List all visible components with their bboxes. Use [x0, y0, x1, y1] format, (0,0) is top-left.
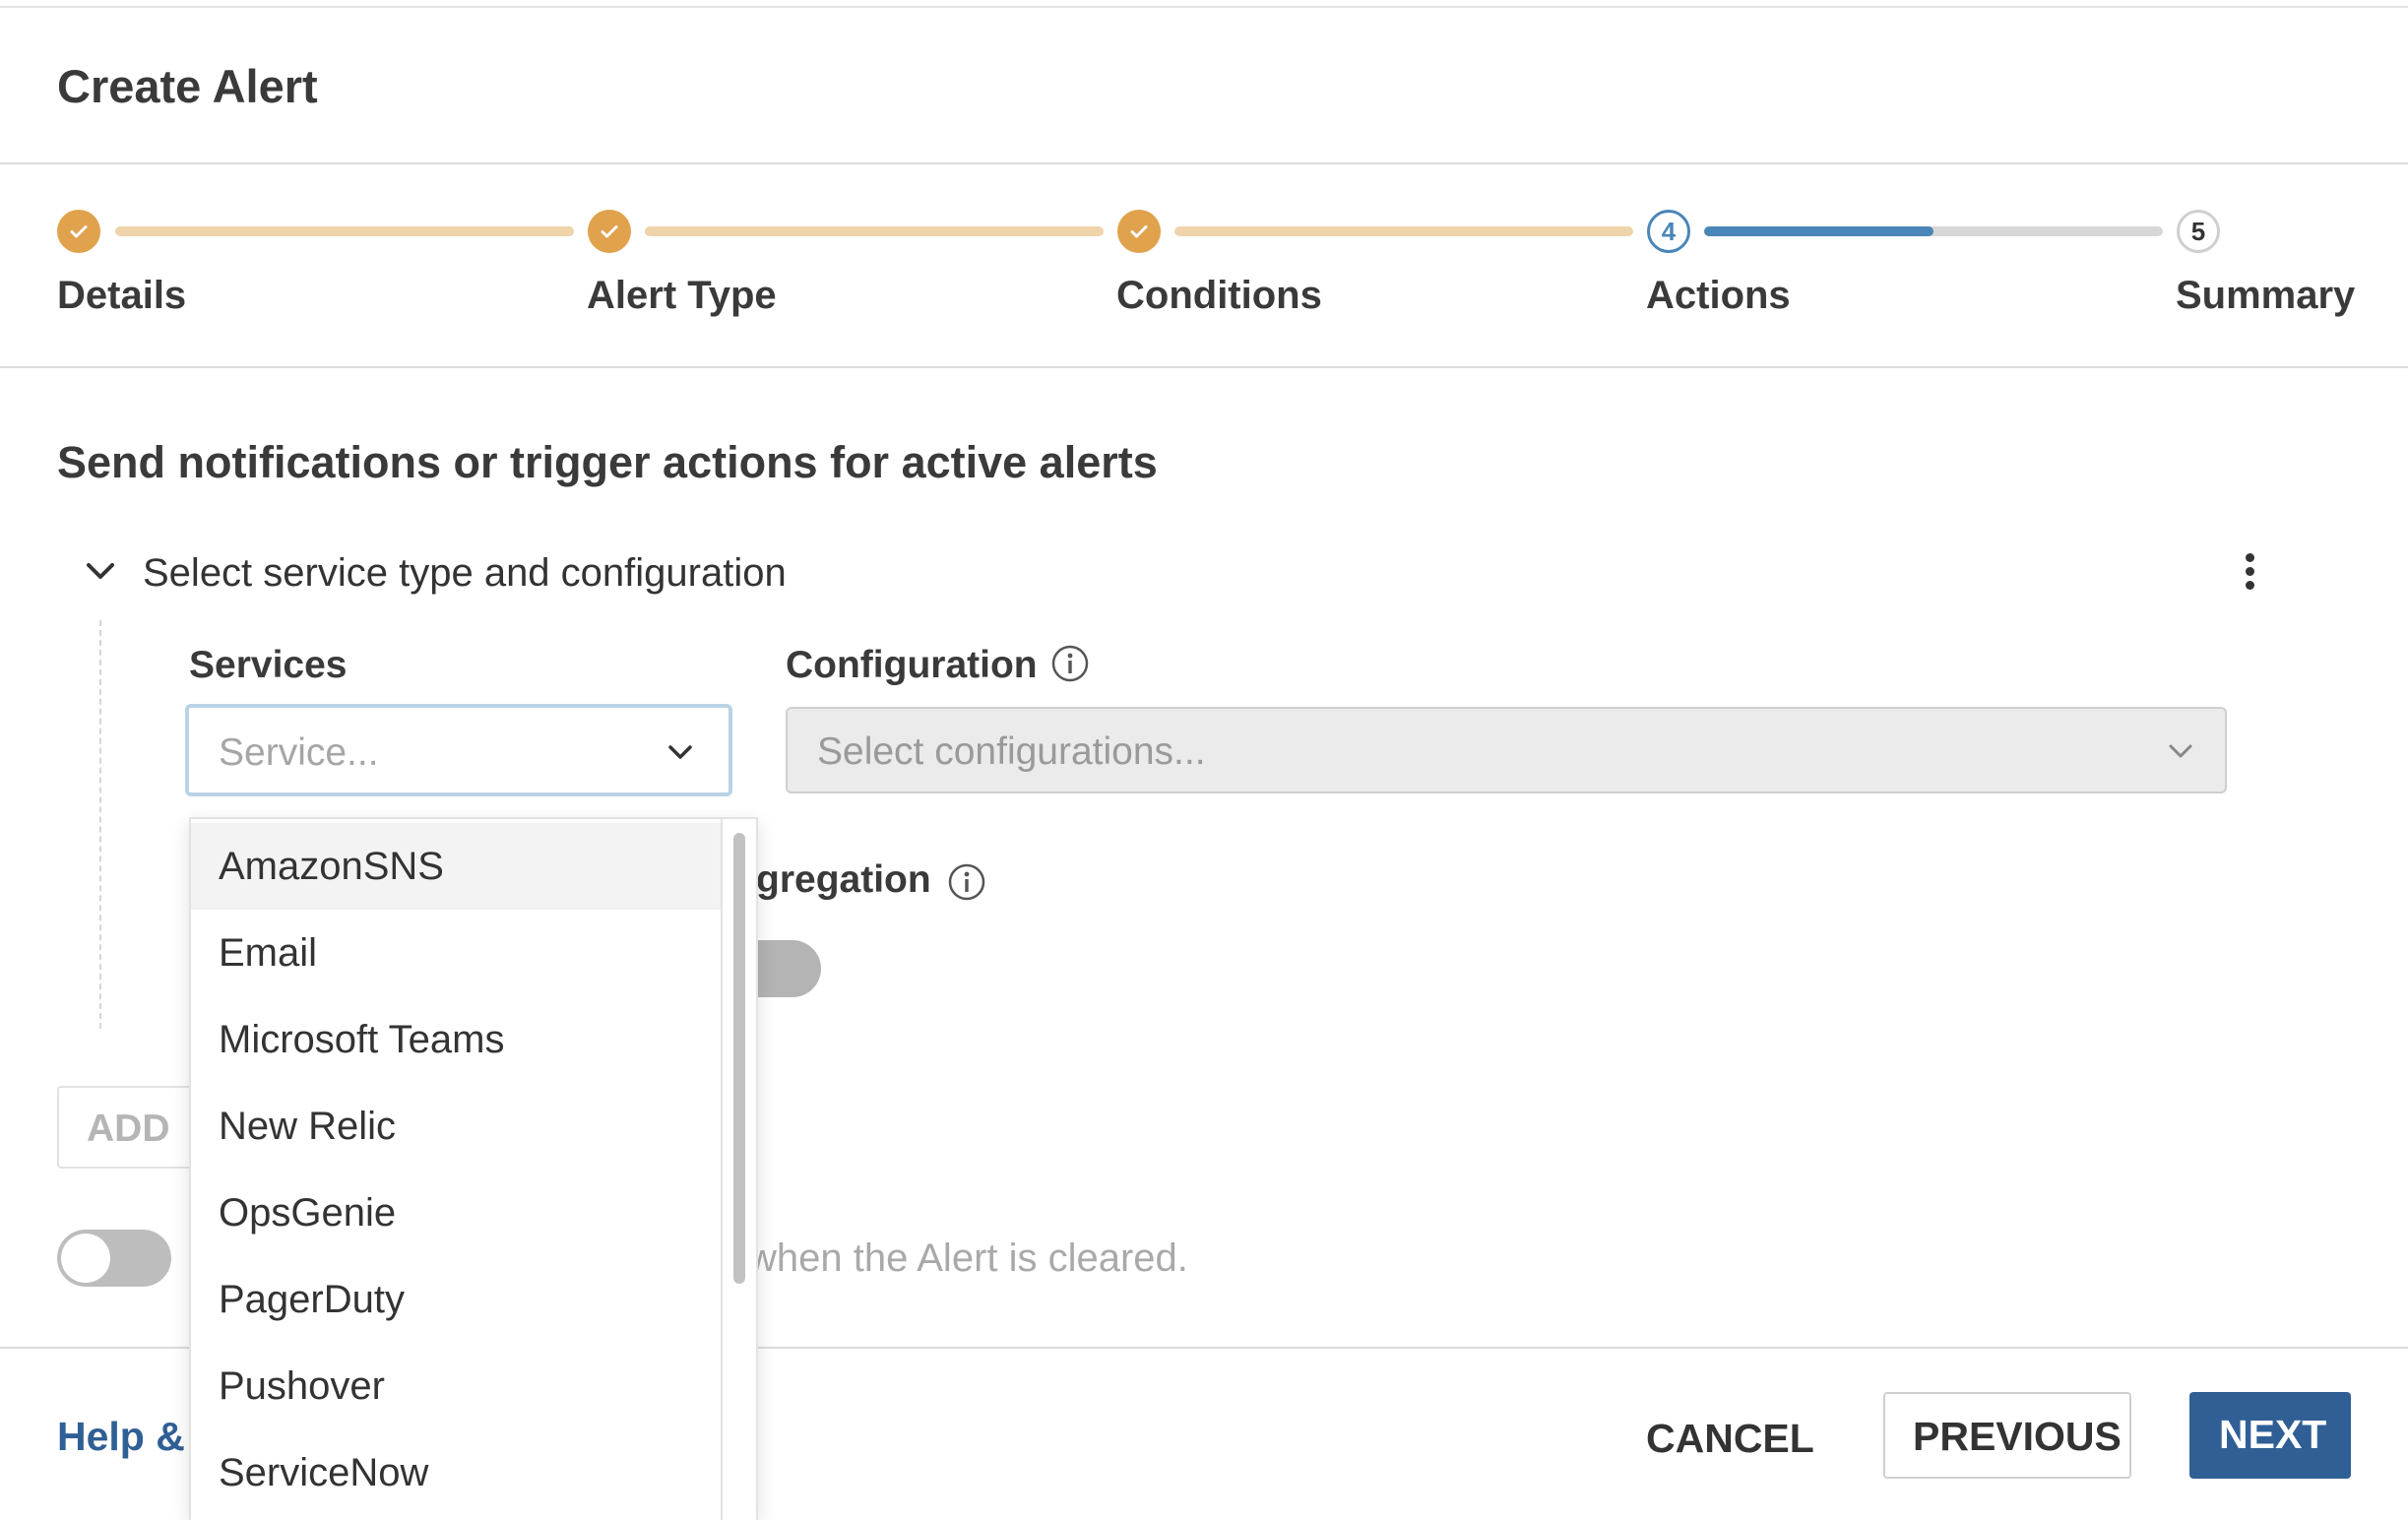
top-border	[0, 6, 2408, 8]
cleared-toggle-text: when the Alert is cleared.	[748, 1236, 1188, 1280]
aggregation-label: gregation	[756, 858, 931, 901]
service-option-pagerduty[interactable]: PagerDuty	[191, 1256, 723, 1343]
configuration-placeholder: Select configurations...	[817, 730, 1206, 773]
service-option-servicenow[interactable]: ServiceNow	[191, 1429, 723, 1516]
step-connector-3	[1174, 226, 1633, 236]
step-label-conditions: Conditions	[1116, 274, 1322, 317]
stepper-divider	[0, 366, 2408, 368]
chevron-down-icon	[2164, 734, 2197, 768]
step-label-summary: Summary	[2176, 274, 2356, 317]
services-select[interactable]: Service...	[185, 704, 732, 796]
service-option-pushover[interactable]: Pushover	[191, 1343, 723, 1429]
configuration-label: Configuration	[786, 644, 1038, 686]
info-icon[interactable]	[947, 862, 986, 902]
help-link[interactable]: Help &	[57, 1414, 185, 1460]
group-guide-line	[99, 620, 101, 1029]
step-label-alert-type: Alert Type	[587, 274, 777, 317]
previous-button[interactable]: PREVIOUS	[1883, 1392, 2131, 1479]
toggle-knob	[61, 1234, 110, 1283]
previous-button-label: PREVIOUS	[1913, 1414, 2122, 1459]
step-connector-1	[115, 226, 574, 236]
service-option-amazonsns[interactable]: AmazonSNS	[191, 823, 723, 910]
step-connector-4-progress	[1704, 226, 1933, 236]
more-options-icon[interactable]	[2235, 553, 2264, 597]
option-label: Email	[219, 931, 318, 975]
step-summary-number: 5	[2177, 210, 2220, 253]
option-label: ServiceNow	[219, 1451, 429, 1494]
step-conditions-check-icon	[1117, 210, 1161, 253]
service-option-opsgenie[interactable]: OpsGenie	[191, 1170, 723, 1256]
next-button-label: NEXT	[2219, 1412, 2327, 1457]
create-alert-dialog: Create Alert 4 5 Details Alert Type Cond…	[0, 0, 2408, 1520]
dropdown-scrollbar[interactable]	[721, 819, 756, 1520]
service-option-email[interactable]: Email	[191, 910, 723, 996]
section-title: Send notifications or trigger actions fo…	[57, 437, 1158, 487]
service-option-new-relic[interactable]: New Relic	[191, 1083, 723, 1170]
step-label-actions: Actions	[1646, 274, 1791, 317]
collapse-chevron-icon[interactable]	[81, 551, 120, 591]
cleared-notification-toggle[interactable]	[57, 1230, 171, 1287]
option-label: OpsGenie	[219, 1191, 397, 1235]
step-connector-2	[645, 226, 1104, 236]
option-label: Microsoft Teams	[219, 1018, 505, 1061]
header-divider	[0, 162, 2408, 164]
dialog-title: Create Alert	[57, 60, 318, 112]
info-icon[interactable]	[1050, 644, 1090, 683]
scrollbar-thumb[interactable]	[733, 833, 745, 1284]
next-button[interactable]: NEXT	[2189, 1392, 2351, 1479]
step-details-check-icon	[57, 210, 100, 253]
service-group-label[interactable]: Select service type and configuration	[143, 551, 787, 596]
option-label: Pushover	[219, 1364, 385, 1408]
cancel-button-label: CANCEL	[1646, 1416, 1814, 1461]
service-option-microsoft-teams[interactable]: Microsoft Teams	[191, 996, 723, 1083]
services-dropdown-menu: AmazonSNS Email Microsoft Teams New Reli…	[189, 817, 758, 1520]
services-label: Services	[189, 644, 348, 686]
services-placeholder: Service...	[219, 731, 379, 774]
step-alert-type-check-icon	[588, 210, 631, 253]
step-actions-number: 4	[1647, 210, 1690, 253]
chevron-down-icon	[664, 735, 697, 769]
configuration-select[interactable]: Select configurations...	[786, 707, 2227, 793]
cancel-button[interactable]: CANCEL	[1615, 1396, 1831, 1479]
add-button-label: ADD	[87, 1108, 170, 1150]
option-label: PagerDuty	[219, 1278, 405, 1321]
option-label: New Relic	[219, 1105, 397, 1148]
option-label: AmazonSNS	[219, 845, 444, 888]
step-label-details: Details	[57, 274, 187, 317]
